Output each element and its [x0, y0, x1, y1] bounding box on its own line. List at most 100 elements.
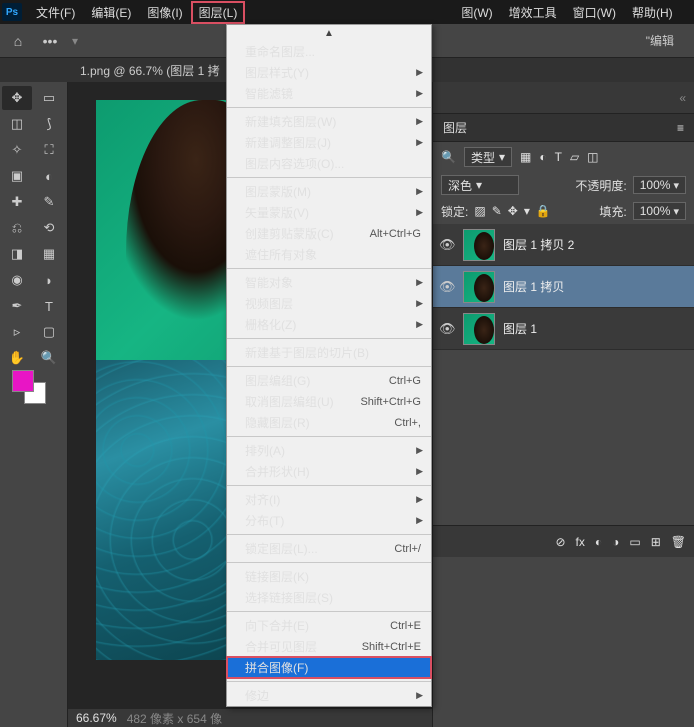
visibility-icon[interactable]: 👁: [439, 321, 455, 337]
fill-value[interactable]: 100% ▾: [633, 202, 686, 220]
menu-item-合并可见图层[interactable]: 合并可见图层Shift+Ctrl+E: [227, 636, 431, 657]
type-tool[interactable]: T: [34, 294, 64, 318]
menu-帮助(H)[interactable]: 帮助(H): [624, 1, 681, 24]
visibility-icon[interactable]: 👁: [439, 279, 455, 295]
layer-row[interactable]: 👁 图层 1 拷贝: [433, 266, 694, 308]
menu-item-图层编组(G)[interactable]: 图层编组(G)Ctrl+G: [227, 370, 431, 391]
menu-item-拼合图像(F)[interactable]: 拼合图像(F): [227, 657, 431, 678]
menu-item-新建填充图层(W)[interactable]: 新建填充图层(W): [227, 111, 431, 132]
menu-item-对齐(I)[interactable]: 对齐(I): [227, 489, 431, 510]
move-tool[interactable]: ✥: [2, 86, 32, 110]
delete-icon[interactable]: 🗑: [671, 535, 686, 549]
menu-item-图层样式(Y)[interactable]: 图层样式(Y): [227, 62, 431, 83]
layer-row[interactable]: 👁 图层 1: [433, 308, 694, 350]
heal-tool[interactable]: ✚: [2, 190, 32, 214]
menu-窗口(W)[interactable]: 窗口(W): [565, 1, 624, 24]
foreground-swatch[interactable]: [12, 370, 34, 392]
shape-tool[interactable]: ▢: [34, 320, 64, 344]
brush-tool[interactable]: ✎: [34, 190, 64, 214]
mask-icon[interactable]: ◐: [595, 535, 602, 549]
filter-shape-icon[interactable]: ▱: [570, 150, 579, 164]
scroll-up-icon[interactable]: ▲: [227, 25, 431, 41]
zoom-tool[interactable]: 🔍: [34, 346, 64, 370]
blend-mode-select[interactable]: 深色▾: [441, 175, 519, 195]
fx-icon[interactable]: fx: [576, 535, 585, 549]
history-tool[interactable]: ⟲: [34, 216, 64, 240]
menu-item-合并形状(H): 合并形状(H): [227, 461, 431, 482]
menu-图(W)[interactable]: 图(W): [453, 1, 500, 24]
doc-dimensions: 482 像素 x 654 像: [127, 710, 222, 727]
menu-编辑(E)[interactable]: 编辑(E): [83, 1, 139, 24]
link-icon[interactable]: ⊘: [555, 535, 565, 549]
pen-tool[interactable]: ✒: [2, 294, 32, 318]
more-icon[interactable]: •••: [40, 31, 60, 51]
fill-label: 填充:: [599, 203, 626, 220]
menu-图层(L)[interactable]: 图层(L): [191, 1, 246, 24]
dodge-tool[interactable]: ◗: [34, 268, 64, 292]
stamp-tool[interactable]: ⎌: [2, 216, 32, 240]
menu-item-智能对象[interactable]: 智能对象: [227, 272, 431, 293]
lock-pixels-icon[interactable]: ✎: [492, 204, 502, 218]
crop-tool[interactable]: ⛶: [34, 138, 64, 162]
path-tool[interactable]: ▹: [2, 320, 32, 344]
gradient-tool[interactable]: ▦: [34, 242, 64, 266]
wand-tool[interactable]: ✧: [2, 138, 32, 162]
hand-tool[interactable]: ✋: [2, 346, 32, 370]
menu-item-锁定图层(L)...[interactable]: 锁定图层(L)...Ctrl+/: [227, 538, 431, 559]
menu-item-排列(A)[interactable]: 排列(A): [227, 440, 431, 461]
menu-item-修边[interactable]: 修边: [227, 685, 431, 706]
lock-trans-icon[interactable]: ▨: [474, 204, 485, 218]
group-icon[interactable]: ▭: [629, 535, 640, 549]
frame-tool[interactable]: ▣: [2, 164, 32, 188]
menu-item-重命名图层...[interactable]: 重命名图层...: [227, 41, 431, 62]
filter-adjust-icon[interactable]: ◐: [539, 150, 546, 164]
layer-thumb[interactable]: [463, 313, 495, 345]
marquee-tool[interactable]: ◫: [2, 112, 32, 136]
adjust-icon[interactable]: ◑: [612, 535, 619, 549]
layer-name[interactable]: 图层 1 拷贝 2: [503, 236, 574, 253]
collapsed-panel[interactable]: «: [433, 82, 694, 114]
blur-tool[interactable]: ◉: [2, 268, 32, 292]
menu-文件(F)[interactable]: 文件(F): [28, 1, 83, 24]
opacity-value[interactable]: 100% ▾: [633, 176, 686, 194]
layers-tab[interactable]: 图层: [443, 119, 467, 136]
lasso-tool[interactable]: ⟆: [34, 112, 64, 136]
eyedrop-tool[interactable]: ◐: [34, 164, 64, 188]
new-layer-icon[interactable]: ⊞: [651, 535, 661, 549]
layer-thumb[interactable]: [463, 271, 495, 303]
layer-row[interactable]: 👁 图层 1 拷贝 2: [433, 224, 694, 266]
filter-pixel-icon[interactable]: ▦: [520, 150, 531, 164]
layers-panel-footer: ⊘ fx ◐ ◑ ▭ ⊞ 🗑: [433, 525, 694, 557]
artboard-tool[interactable]: ▭: [34, 86, 64, 110]
menu-item-矢量蒙版(V)[interactable]: 矢量蒙版(V): [227, 202, 431, 223]
zoom-level[interactable]: 66.67%: [76, 711, 117, 725]
lock-all-icon[interactable]: 🔒: [536, 204, 551, 218]
menu-item-新建基于图层的切片(B)[interactable]: 新建基于图层的切片(B): [227, 342, 431, 363]
lock-pos-icon[interactable]: ✥: [508, 204, 518, 218]
menu-item-向下合并(E)[interactable]: 向下合并(E)Ctrl+E: [227, 615, 431, 636]
layer-name[interactable]: 图层 1: [503, 320, 537, 337]
menu-item-遮住所有对象[interactable]: 遮住所有对象: [227, 244, 431, 265]
filter-type-icon[interactable]: T: [555, 150, 562, 164]
layers-panel-header: 图层 ≡: [433, 114, 694, 142]
visibility-icon[interactable]: 👁: [439, 237, 455, 253]
menu-item-新建调整图层(J)[interactable]: 新建调整图层(J): [227, 132, 431, 153]
filter-smart-icon[interactable]: ◫: [587, 150, 598, 164]
layer-name[interactable]: 图层 1 拷贝: [503, 278, 564, 295]
menu-增效工具[interactable]: 增效工具: [501, 1, 565, 24]
menu-图像(I)[interactable]: 图像(I): [139, 1, 190, 24]
panel-menu-icon[interactable]: ≡: [677, 121, 684, 135]
eraser-tool[interactable]: ◨: [2, 242, 32, 266]
lock-nest-icon[interactable]: ▾: [524, 204, 530, 218]
status-bar: 66.67% 482 像素 x 654 像: [68, 709, 432, 727]
menu-item-选择链接图层(S): 选择链接图层(S): [227, 587, 431, 608]
menu-item-图层蒙版(M)[interactable]: 图层蒙版(M): [227, 181, 431, 202]
menu-item-隐藏图层(R)[interactable]: 隐藏图层(R)Ctrl+,: [227, 412, 431, 433]
edit-label: "编辑: [646, 32, 686, 49]
menu-item-视频图层[interactable]: 视频图层: [227, 293, 431, 314]
layers-list: 👁 图层 1 拷贝 2 👁 图层 1 拷贝 👁 图层 1: [433, 224, 694, 350]
layer-thumb[interactable]: [463, 229, 495, 261]
filter-type-select[interactable]: 类型▾: [464, 147, 512, 167]
home-icon[interactable]: ⌂: [8, 31, 28, 51]
menu-item-创建剪贴蒙版(C)[interactable]: 创建剪贴蒙版(C)Alt+Ctrl+G: [227, 223, 431, 244]
